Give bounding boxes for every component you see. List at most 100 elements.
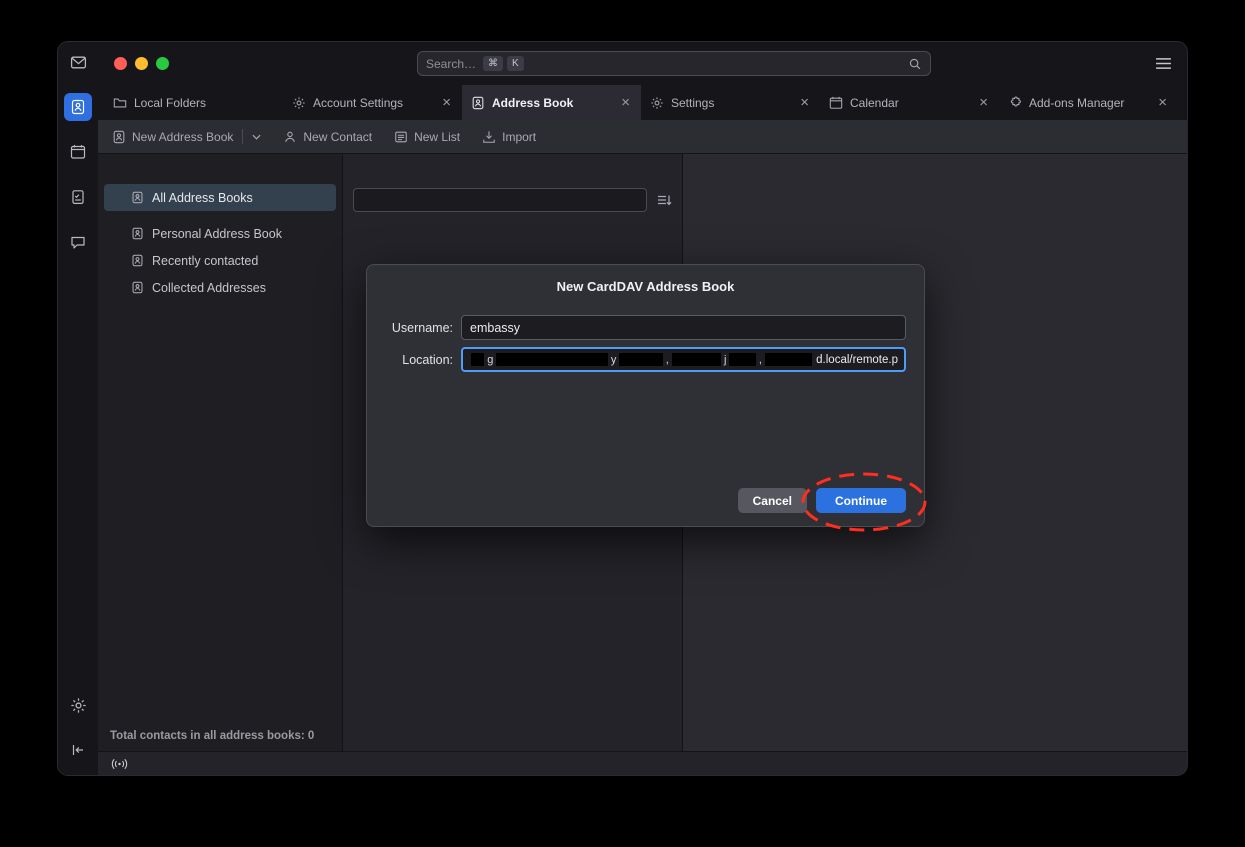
list-item-label: Recently contacted (152, 254, 258, 268)
gear-icon (650, 96, 664, 110)
address-book-icon (131, 254, 144, 267)
address-book-icon (131, 191, 144, 204)
network-broadcast-icon (111, 758, 128, 770)
import-button[interactable]: Import (482, 130, 536, 144)
gear-icon (70, 697, 87, 714)
redacted-fragment: j (724, 354, 726, 366)
cancel-button[interactable]: Cancel (738, 488, 807, 513)
minimize-window-button[interactable] (135, 57, 148, 70)
tab-calendar[interactable]: Calendar × (820, 85, 999, 120)
close-tab-icon[interactable]: × (1156, 93, 1169, 112)
address-books-pane: All Address Books Personal Address Book … (98, 154, 342, 751)
import-label: Import (502, 130, 536, 144)
location-row: Location: g y , j , d.local/remote.p (367, 347, 924, 372)
puzzle-icon (1008, 96, 1022, 110)
location-field[interactable]: g y , j , d.local/remote.p (461, 347, 906, 372)
tab-address-book[interactable]: Address Book × (462, 85, 641, 120)
close-tab-icon[interactable]: × (798, 93, 811, 112)
total-contacts-status: Total contacts in all address books: 0 (110, 730, 314, 742)
redaction-bar (672, 353, 721, 366)
new-contact-label: New Contact (303, 130, 372, 144)
username-label: Username: (367, 321, 453, 335)
redaction-bar (765, 353, 812, 366)
titlebar: Search… ⌘ K (98, 42, 1187, 85)
address-book-icon (131, 281, 144, 294)
contacts-filter-input[interactable] (353, 188, 647, 212)
username-row: Username: (367, 315, 924, 340)
tasks-icon (70, 189, 86, 205)
address-book-list-item-personal[interactable]: Personal Address Book (104, 220, 336, 247)
spaces-toolbar (58, 42, 98, 775)
new-address-book-button[interactable]: New Address Book (112, 129, 261, 144)
tab-local-folders[interactable]: Local Folders (104, 85, 283, 120)
tab-settings[interactable]: Settings × (641, 85, 820, 120)
redacted-fragment: , (666, 354, 669, 366)
address-book-icon (70, 99, 86, 115)
continue-button[interactable]: Continue (816, 488, 906, 513)
close-tab-icon[interactable]: × (440, 93, 453, 112)
mail-space-button[interactable] (64, 48, 92, 76)
dialog-title: New CardDAV Address Book (367, 279, 924, 294)
search-placeholder: Search… (426, 57, 476, 71)
person-icon (283, 130, 297, 144)
address-book-icon (131, 227, 144, 240)
redaction-bar (471, 353, 484, 366)
redacted-fragment: y (611, 354, 617, 366)
tab-account-settings[interactable]: Account Settings × (283, 85, 462, 120)
address-book-toolbar: New Address Book New Contact New List Im… (98, 120, 1187, 154)
split-divider (242, 129, 243, 144)
address-book-space-button[interactable] (64, 93, 92, 121)
traffic-lights (98, 57, 169, 70)
list-item-label: All Address Books (152, 191, 253, 205)
window-main-area: Search… ⌘ K Local Folders Account Settin… (98, 42, 1187, 775)
address-book-list-item-collected[interactable]: Collected Addresses (104, 274, 336, 301)
list-gap (98, 211, 342, 220)
zoom-window-button[interactable] (156, 57, 169, 70)
new-contact-button[interactable]: New Contact (283, 130, 372, 144)
new-address-book-label: New Address Book (132, 130, 233, 144)
calendar-space-button[interactable] (64, 138, 92, 166)
display-options-icon[interactable] (656, 192, 672, 208)
global-search-field[interactable]: Search… ⌘ K (417, 51, 931, 76)
contacts-search-row (343, 188, 682, 212)
import-icon (482, 130, 496, 144)
redacted-fragment: g (487, 354, 493, 366)
address-book-list-item-all[interactable]: All Address Books (104, 184, 336, 211)
chat-space-button[interactable] (64, 228, 92, 256)
tab-addons-manager[interactable]: Add-ons Manager × (999, 85, 1178, 120)
chevron-down-icon[interactable] (252, 134, 261, 140)
tab-bar: Local Folders Account Settings × Address… (98, 85, 1187, 120)
close-tab-icon[interactable]: × (619, 93, 632, 112)
new-list-button[interactable]: New List (394, 130, 460, 144)
folder-icon (113, 96, 127, 110)
redaction-bar (619, 353, 662, 366)
list-icon (394, 130, 408, 144)
address-book-list-item-recent[interactable]: Recently contacted (104, 247, 336, 274)
tasks-space-button[interactable] (64, 183, 92, 211)
settings-space-button[interactable] (64, 691, 92, 719)
tab-label: Settings (671, 96, 791, 110)
calendar-icon (70, 144, 86, 160)
close-window-button[interactable] (114, 57, 127, 70)
close-tab-icon[interactable]: × (977, 93, 990, 112)
collapse-spaces-button[interactable] (64, 736, 92, 764)
new-list-label: New List (414, 130, 460, 144)
list-item-label: Collected Addresses (152, 281, 266, 295)
list-item-label: Personal Address Book (152, 227, 282, 241)
tab-label: Calendar (850, 96, 970, 110)
tab-label: Address Book (492, 96, 612, 110)
thunderbird-window: Search… ⌘ K Local Folders Account Settin… (58, 42, 1187, 775)
location-label: Location: (367, 353, 453, 367)
app-menu-button[interactable] (1155, 57, 1172, 70)
gear-icon (292, 96, 306, 110)
command-key-badge: ⌘ (483, 56, 503, 71)
username-field[interactable] (461, 315, 906, 340)
calendar-icon (829, 96, 843, 110)
status-bar (98, 751, 1187, 775)
redacted-fragment: , (759, 354, 762, 366)
tab-label: Account Settings (313, 96, 433, 110)
chat-icon (70, 234, 86, 250)
redaction-bar (496, 353, 607, 366)
tab-label: Local Folders (134, 96, 274, 110)
search-icon (908, 57, 922, 71)
